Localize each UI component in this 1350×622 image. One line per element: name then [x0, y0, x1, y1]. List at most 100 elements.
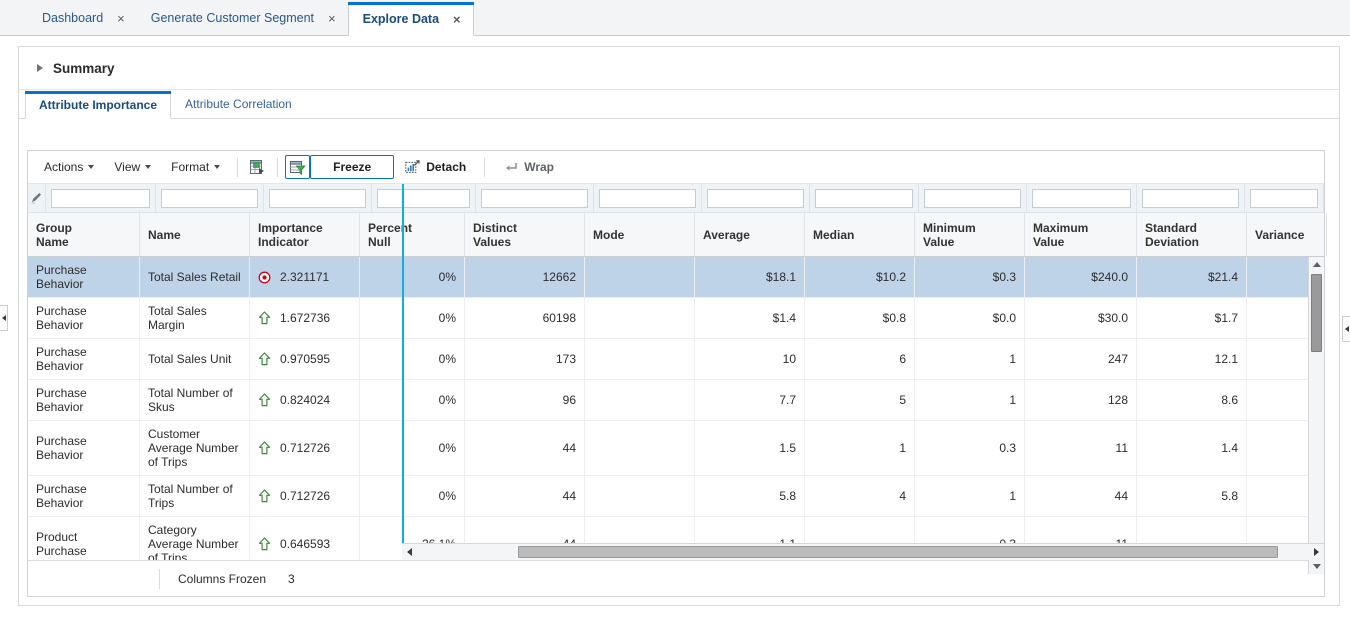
- cell-maximum-value[interactable]: 44: [1025, 476, 1137, 516]
- close-icon[interactable]: ×: [328, 12, 336, 25]
- scroll-left-button[interactable]: [402, 548, 417, 556]
- detach-button[interactable]: Detach: [394, 155, 477, 179]
- filter-cell-distinct-values[interactable]: [476, 184, 594, 213]
- filter-cell-minimum-value[interactable]: [919, 184, 1027, 213]
- column-header-percent-null[interactable]: Percent Null: [360, 213, 465, 256]
- cell-maximum-value[interactable]: $30.0: [1025, 298, 1137, 338]
- column-header-name[interactable]: Name: [140, 213, 250, 256]
- cell-maximum-value[interactable]: 11: [1025, 421, 1137, 475]
- cell-mode[interactable]: [585, 257, 695, 297]
- cell-group-name[interactable]: Purchase Behavior: [28, 476, 140, 516]
- filter-input-minimum-value[interactable]: [924, 189, 1021, 208]
- table-row[interactable]: Purchase BehaviorTotal Number of Trips0.…: [28, 476, 1324, 517]
- cell-median[interactable]: 6: [805, 339, 915, 379]
- freeze-button[interactable]: Freeze: [310, 155, 394, 179]
- vertical-scrollbar[interactable]: [1308, 257, 1324, 574]
- summary-section-header[interactable]: Summary: [19, 47, 1339, 90]
- cell-importance-indicator[interactable]: 2.321171: [250, 257, 360, 297]
- scroll-down-button[interactable]: [1309, 559, 1324, 574]
- wrap-button[interactable]: Wrap: [492, 155, 565, 179]
- window-tab-dashboard[interactable]: Dashboard ×: [28, 1, 137, 35]
- filter-cell-name[interactable]: [156, 184, 264, 213]
- left-panel-collapse-handle[interactable]: [0, 305, 8, 331]
- filter-input-variance[interactable]: [1250, 189, 1318, 208]
- column-header-mode[interactable]: Mode: [585, 213, 695, 256]
- table-row[interactable]: Purchase BehaviorCustomer Average Number…: [28, 421, 1324, 476]
- filter-input-mode[interactable]: [599, 189, 696, 208]
- cell-percent-null[interactable]: 0%: [360, 298, 465, 338]
- cell-name[interactable]: Total Number of Skus: [140, 380, 250, 420]
- cell-standard-deviation[interactable]: 5.8: [1137, 476, 1247, 516]
- cell-distinct-values[interactable]: 44: [465, 476, 585, 516]
- cell-minimum-value[interactable]: 1: [915, 339, 1025, 379]
- cell-name[interactable]: Total Sales Retail: [140, 257, 250, 297]
- close-icon[interactable]: ×: [117, 12, 125, 25]
- window-tab-explore-data[interactable]: Explore Data ×: [348, 2, 474, 36]
- column-header-standard-deviation[interactable]: Standard Deviation: [1137, 213, 1247, 256]
- filter-input-importance-indicator[interactable]: [269, 189, 366, 208]
- chevron-right-icon[interactable]: [37, 64, 43, 72]
- query-by-example-button[interactable]: [285, 155, 310, 179]
- cell-distinct-values[interactable]: 173: [465, 339, 585, 379]
- table-row[interactable]: Purchase BehaviorTotal Sales Margin1.672…: [28, 298, 1324, 339]
- cell-percent-null[interactable]: 0%: [360, 257, 465, 297]
- filter-input-group-name[interactable]: [51, 189, 150, 208]
- cell-mode[interactable]: [585, 298, 695, 338]
- view-menu-button[interactable]: View: [104, 156, 161, 178]
- cell-distinct-values[interactable]: 44: [465, 421, 585, 475]
- cell-group-name[interactable]: Purchase Behavior: [28, 421, 140, 475]
- cell-importance-indicator[interactable]: 0.712726: [250, 476, 360, 516]
- scroll-right-button[interactable]: [1309, 548, 1324, 556]
- cell-maximum-value[interactable]: 128: [1025, 380, 1137, 420]
- filter-cell-maximum-value[interactable]: [1027, 184, 1137, 213]
- filter-cell-variance[interactable]: [1245, 184, 1324, 213]
- cell-standard-deviation[interactable]: 12.1: [1137, 339, 1247, 379]
- cell-average[interactable]: 10: [695, 339, 805, 379]
- column-header-average[interactable]: Average: [695, 213, 805, 256]
- scroll-up-button[interactable]: [1309, 257, 1324, 272]
- cell-maximum-value[interactable]: $240.0: [1025, 257, 1137, 297]
- cell-group-name[interactable]: Purchase Behavior: [28, 380, 140, 420]
- cell-distinct-values[interactable]: 12662: [465, 257, 585, 297]
- cell-mode[interactable]: [585, 380, 695, 420]
- cell-mode[interactable]: [585, 476, 695, 516]
- cell-distinct-values[interactable]: 60198: [465, 298, 585, 338]
- filter-cell-group-name[interactable]: [46, 184, 156, 213]
- cell-importance-indicator[interactable]: 0.970595: [250, 339, 360, 379]
- cell-minimum-value[interactable]: 1: [915, 380, 1025, 420]
- cell-minimum-value[interactable]: 0.3: [915, 421, 1025, 475]
- table-row[interactable]: Purchase BehaviorTotal Sales Unit0.97059…: [28, 339, 1324, 380]
- cell-average[interactable]: $1.4: [695, 298, 805, 338]
- cell-standard-deviation[interactable]: $1.7: [1137, 298, 1247, 338]
- filter-cell-mode[interactable]: [594, 184, 702, 213]
- cell-average[interactable]: 7.7: [695, 380, 805, 420]
- column-header-group-name[interactable]: Group Name: [28, 213, 140, 256]
- cell-median[interactable]: 1: [805, 421, 915, 475]
- cell-median[interactable]: 4: [805, 476, 915, 516]
- close-icon[interactable]: ×: [453, 13, 461, 26]
- filter-cell-median[interactable]: [810, 184, 918, 213]
- window-tab-generate-customer-segment[interactable]: Generate Customer Segment ×: [137, 1, 348, 35]
- cell-median[interactable]: 5: [805, 380, 915, 420]
- filter-cell-importance-indicator[interactable]: [264, 184, 372, 213]
- right-panel-collapse-handle[interactable]: [1342, 316, 1350, 342]
- cell-distinct-values[interactable]: 96: [465, 380, 585, 420]
- filter-input-standard-deviation[interactable]: [1142, 189, 1239, 208]
- horizontal-scrollbar-thumb[interactable]: [518, 546, 1278, 558]
- cell-percent-null[interactable]: 0%: [360, 421, 465, 475]
- filter-input-percent-null[interactable]: [377, 189, 469, 208]
- column-header-distinct-values[interactable]: Distinct Values: [465, 213, 585, 256]
- tab-attribute-importance[interactable]: Attribute Importance: [25, 91, 171, 119]
- cell-importance-indicator[interactable]: 0.712726: [250, 421, 360, 475]
- cell-mode[interactable]: [585, 339, 695, 379]
- cell-standard-deviation[interactable]: 8.6: [1137, 380, 1247, 420]
- filter-cell-average[interactable]: [702, 184, 810, 213]
- cell-name[interactable]: Total Sales Margin: [140, 298, 250, 338]
- cell-percent-null[interactable]: 0%: [360, 339, 465, 379]
- cell-minimum-value[interactable]: $0.3: [915, 257, 1025, 297]
- cell-group-name[interactable]: Purchase Behavior: [28, 339, 140, 379]
- cell-median[interactable]: $10.2: [805, 257, 915, 297]
- cell-group-name[interactable]: Purchase Behavior: [28, 257, 140, 297]
- vertical-scrollbar-thumb[interactable]: [1311, 274, 1322, 352]
- cell-percent-null[interactable]: 0%: [360, 380, 465, 420]
